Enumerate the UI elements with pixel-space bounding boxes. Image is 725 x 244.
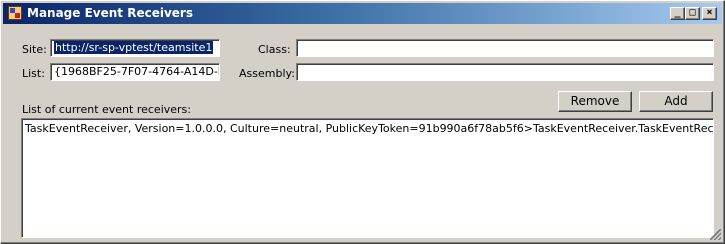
- assembly-field[interactable]: [296, 63, 714, 81]
- event-receivers-list[interactable]: TaskEventReceiver, Version=1.0.0.0, Cult…: [21, 118, 714, 238]
- list-field[interactable]: {1968BF25-7F07-4764-A14D-D84: [50, 63, 220, 81]
- class-field[interactable]: [296, 39, 714, 57]
- app-form-icon: [8, 6, 22, 20]
- window-title: Manage Event Receivers: [27, 6, 193, 20]
- close-button[interactable]: ×: [702, 7, 717, 20]
- list-item[interactable]: TaskEventReceiver, Version=1.0.0.0, Cult…: [22, 119, 713, 138]
- site-field[interactable]: http://sr-sp-vptest/teamsite1: [50, 39, 220, 57]
- manage-event-receivers-window: Manage Event Receivers _ □ × Site: http:…: [0, 0, 725, 244]
- add-button[interactable]: Add: [639, 91, 713, 112]
- remove-button[interactable]: Remove: [558, 91, 632, 112]
- class-label: Class:: [258, 43, 291, 56]
- list-label: List:: [22, 67, 45, 80]
- site-label: Site:: [22, 43, 47, 56]
- minimize-button[interactable]: _: [670, 7, 685, 20]
- receivers-list-label: List of current event receivers:: [22, 103, 191, 116]
- resize-grip-icon[interactable]: [710, 229, 721, 240]
- site-value: http://sr-sp-vptest/teamsite1: [54, 41, 214, 54]
- assembly-label: Assembly:: [239, 67, 295, 80]
- title-bar[interactable]: Manage Event Receivers _ □ ×: [3, 3, 722, 24]
- maximize-button[interactable]: □: [685, 7, 700, 20]
